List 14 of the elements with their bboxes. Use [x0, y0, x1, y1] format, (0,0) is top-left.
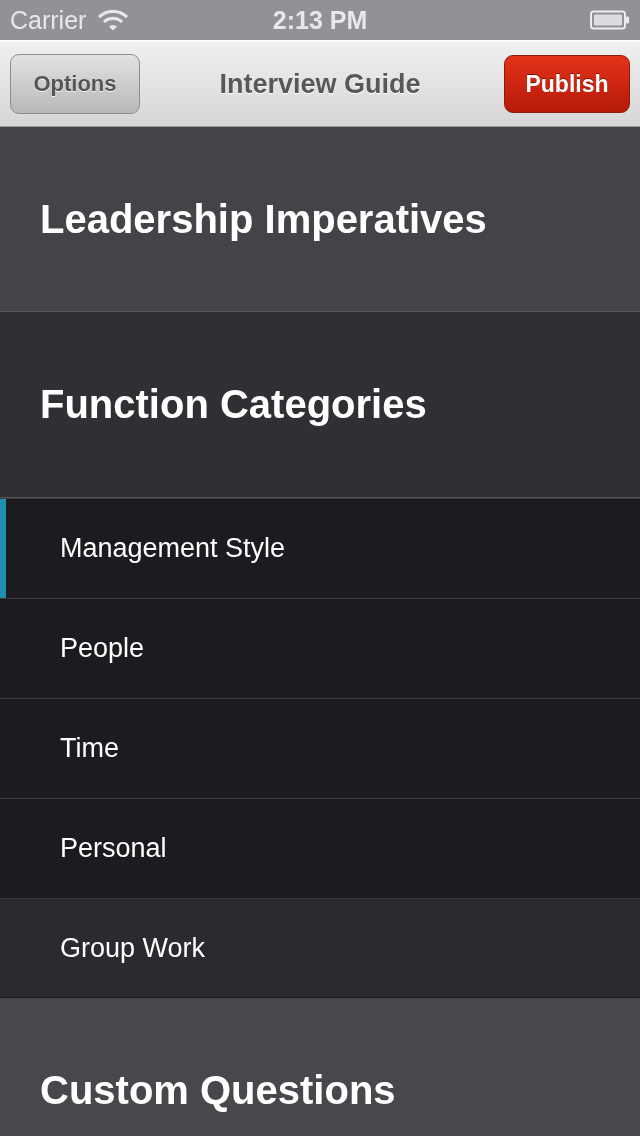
- category-item[interactable]: Management Style: [0, 498, 640, 598]
- options-button[interactable]: Options: [10, 54, 140, 114]
- wifi-icon: [98, 9, 129, 31]
- category-item[interactable]: Personal: [0, 798, 640, 898]
- publish-button[interactable]: Publish: [504, 55, 630, 113]
- section-header[interactable]: Leadership Imperatives: [0, 127, 640, 312]
- battery-icon: [590, 10, 630, 30]
- time-label: 2:13 PM: [272, 5, 368, 35]
- category-item[interactable]: Time: [0, 698, 640, 798]
- section-header[interactable]: Function Categories: [0, 312, 640, 498]
- nav-title: Interview Guide: [219, 68, 421, 100]
- category-item[interactable]: People: [0, 598, 640, 698]
- carrier-label: Carrier: [10, 5, 87, 35]
- category-item[interactable]: Group Work: [0, 898, 640, 998]
